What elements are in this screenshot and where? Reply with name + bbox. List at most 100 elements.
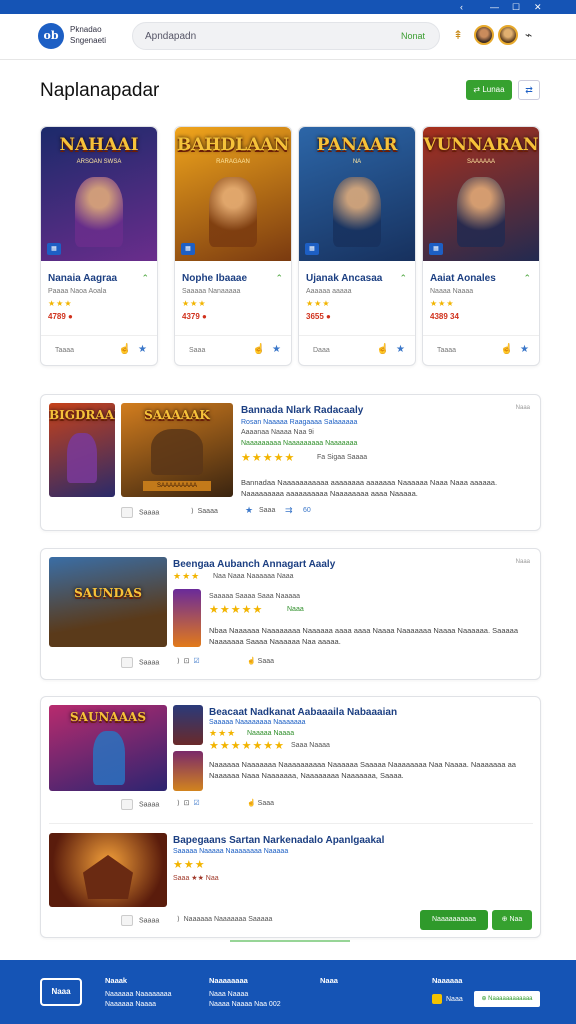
page-title: Naplanapadar: [40, 80, 160, 101]
star-icon[interactable]: ★: [138, 344, 147, 355]
footer-logo[interactable]: Naaa: [40, 978, 82, 1006]
game-thumbnail-small[interactable]: [173, 751, 203, 791]
game-thumbnail-small[interactable]: [173, 589, 201, 647]
add-button[interactable]: ⊕ Naa: [492, 910, 532, 930]
artwork-subtitle: ARSOAN SWSA: [76, 159, 122, 165]
details-link[interactable]: ⟩ Saaaa: [191, 507, 218, 515]
panel-title[interactable]: Bannada Nlark Radacaaly: [241, 405, 363, 416]
temple-figure: [83, 855, 133, 899]
compare-button[interactable]: Saaaa: [121, 799, 159, 810]
progress-line: [230, 940, 350, 942]
panel-meta: Saaa ★★ Naa: [173, 875, 219, 882]
hero-figure: [75, 177, 123, 247]
panel-title[interactable]: Beacaat Nadkanat Aabaaaila Nabaaaian: [209, 707, 397, 718]
chevron-up-icon[interactable]: ⌃: [399, 273, 407, 284]
product-card[interactable]: VUNNARAN SAAAAAA ▦ Aaiat Aonales ⌃ Naaaa Naaa…: [422, 126, 540, 366]
platform-icon: ▦: [181, 243, 195, 255]
primary-action-button[interactable]: ⇄ Lunaa: [466, 80, 512, 100]
menu-icon[interactable]: ⌁: [525, 28, 532, 42]
card-artwork[interactable]: NAHAAI ARSOAN SWSA ▦: [41, 127, 157, 261]
footer-cta-button[interactable]: ⊕ Naaaaaaaaaaaa: [474, 991, 540, 1007]
divider: [299, 335, 415, 336]
search-button[interactable]: Nonat: [401, 31, 425, 41]
panel-title[interactable]: Bapegaans Sartan Narkenadalo Apanlgaakal: [173, 835, 384, 846]
footer-link[interactable]: Naaaa Naaaa Naa 002: [209, 1000, 281, 1010]
product-card[interactable]: BAHDLAAN RARAGAAN ▦ Nophe Ibaaae ⌃ Saaaaa Nan…: [174, 126, 292, 366]
divider: [423, 335, 539, 336]
card-title[interactable]: Nophe Ibaaae: [182, 273, 247, 284]
card-artwork[interactable]: PANAAR NA ▦: [299, 127, 415, 261]
star-icon[interactable]: ★: [272, 344, 281, 355]
game-thumbnail-small[interactable]: [173, 705, 203, 745]
like-button[interactable]: ☝ Saaa: [247, 799, 274, 807]
avatar[interactable]: [498, 25, 518, 45]
star-icon[interactable]: ★: [520, 344, 529, 355]
thumbs-up-icon[interactable]: ☝: [253, 344, 265, 355]
maximize-icon[interactable]: ☐: [512, 1, 520, 13]
like-button[interactable]: ☝ Saaa: [247, 657, 274, 665]
app-header: ob Pknadao Sngenaeti Apndapadn Nonat ⇞ ⌁: [0, 14, 576, 60]
reviews-count: Saaa: [259, 507, 276, 514]
chevron-up-icon[interactable]: ⌃: [275, 273, 283, 284]
footer-link[interactable]: Naaaaaa Naaaa: [105, 1000, 172, 1010]
thumb-title: SAUNAAAS: [69, 710, 146, 724]
compare-button[interactable]: Saaaa: [121, 915, 159, 926]
thumbs-up-icon[interactable]: ☝: [501, 344, 513, 355]
search-input[interactable]: Apndapadn: [145, 31, 196, 42]
platform-icon: ▦: [429, 243, 443, 255]
chevron-up-icon[interactable]: ⌃: [523, 273, 531, 284]
artwork-subtitle: SAAAAAA: [466, 159, 495, 165]
thumb-banner: SAAAAAAAAA: [143, 481, 211, 491]
game-thumbnail[interactable]: [49, 833, 167, 907]
footer-link[interactable]: Naaa Naaaa: [209, 990, 281, 1000]
card-title[interactable]: Ujanak Ancasaa: [306, 273, 382, 284]
panel-title[interactable]: Beengaa Aubanch Annagart Aaaly: [173, 559, 335, 570]
panel-tag: Naaa: [515, 559, 530, 565]
brand-logo[interactable]: ob: [38, 23, 64, 49]
details-link[interactable]: ⟩ ⊡ ☑: [177, 657, 200, 665]
card-subtitle: Saaaaa Nanaaaaa: [182, 288, 241, 295]
thumbs-up-icon[interactable]: ☝: [377, 344, 389, 355]
star-icon[interactable]: ★: [396, 344, 405, 355]
thumbs-up-icon[interactable]: ☝: [119, 344, 131, 355]
card-artwork[interactable]: VUNNARAN SAAAAAA ▦: [423, 127, 539, 261]
cart-icon[interactable]: ⇞: [453, 28, 463, 42]
details-link[interactable]: ⟩ ⊡ ☑: [177, 799, 200, 807]
chevron-up-icon[interactable]: ⌃: [141, 273, 149, 284]
artwork-title: VUNNARAN: [423, 135, 539, 155]
minimize-icon[interactable]: —: [490, 1, 499, 13]
card-meta: Taaaa: [437, 347, 457, 354]
footer-column: Naaa: [320, 976, 338, 990]
star-icon[interactable]: ★: [245, 505, 253, 516]
card-title[interactable]: Aaiat Aonales: [430, 273, 496, 284]
swap-icon[interactable]: ⇄: [518, 80, 540, 100]
compare-icon: [121, 799, 133, 810]
card-artwork[interactable]: BAHDLAAN RARAGAAN ▦: [175, 127, 291, 261]
divider: [41, 335, 157, 336]
avatar[interactable]: [474, 25, 494, 45]
game-thumbnail[interactable]: SAUNDAS: [49, 557, 167, 647]
share-icon[interactable]: ⇉: [285, 505, 293, 516]
game-thumbnail[interactable]: SAAAAAK SAAAAAAAAA: [121, 403, 233, 497]
hero-figure: [457, 177, 505, 247]
compare-button[interactable]: Saaaa: [121, 657, 159, 668]
artwork-title: PANAAR: [316, 135, 398, 155]
brand-line-2: Sngenaeti: [70, 36, 107, 45]
panel-subtitle: Rosan Naaaaa Raagaaaa Salaaaaaa: [241, 419, 358, 426]
close-icon[interactable]: ✕: [534, 1, 542, 13]
game-thumbnail[interactable]: SAUNAAAS: [49, 705, 167, 791]
product-card[interactable]: NAHAAI ARSOAN SWSA ▦ Nanaia Aagraa ⌃ Paaaa Na…: [40, 126, 158, 366]
details-link[interactable]: ⟩ Naaaaaa Naaaaaaa Saaaaa: [177, 915, 272, 923]
compare-button[interactable]: Saaaa: [121, 507, 159, 518]
product-card[interactable]: PANAAR NA ▦ Ujanak Ancasaa ⌃ Aaaaaa aaaaa ★★★ 3…: [298, 126, 416, 366]
footer-link[interactable]: Naaaaaa Naaaaaaaa: [105, 990, 172, 1000]
panel-subtitle: Saaaaa Naaaaaaaa Naaaaaaa: [209, 719, 306, 726]
list-panel: SAUNDAS Beengaa Aubanch Annagart Aaaly N…: [40, 548, 541, 680]
compare-icon: [121, 915, 133, 926]
back-icon[interactable]: ‹: [460, 1, 463, 13]
search-bar[interactable]: Apndapadn Nonat: [132, 22, 440, 50]
footer-heading: Naaaaaa: [432, 976, 463, 985]
game-thumbnail[interactable]: BIGDRAAK: [49, 403, 115, 497]
select-button[interactable]: Naaaaaaaaaa: [420, 910, 488, 930]
card-title[interactable]: Nanaia Aagraa: [48, 273, 117, 284]
